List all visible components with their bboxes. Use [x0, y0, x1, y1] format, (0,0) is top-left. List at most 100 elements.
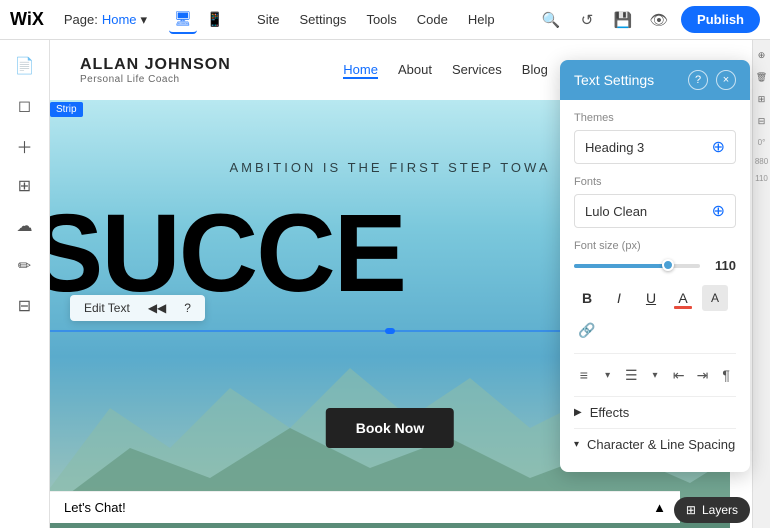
sidebar-icon-add[interactable]: ＋ — [7, 128, 43, 164]
align-left-button[interactable]: ≡ — [574, 362, 594, 388]
italic-button[interactable]: I — [606, 285, 632, 311]
sidebar-icon-layers[interactable]: ⊟ — [7, 288, 43, 324]
rp-arrange-icon[interactable]: ⊞ — [755, 92, 769, 106]
wix-logo: WiX — [10, 9, 44, 30]
sidebar-icon-media[interactable]: ☁ — [7, 208, 43, 244]
site-nav-services[interactable]: Services — [452, 62, 502, 79]
panel-header-icons: ? × — [688, 70, 736, 90]
page-link[interactable]: Home — [102, 12, 137, 27]
indent-right-button[interactable]: ⇥ — [693, 362, 713, 388]
strip-badge: Strip — [50, 102, 83, 117]
fonts-dropdown[interactable]: Lulo Clean ⊕ — [574, 194, 736, 228]
chat-arrow-icon: ▲ — [653, 500, 666, 515]
panel-body: Themes Heading 3 ⊕ Fonts Lulo Clean ⊕ Fo… — [560, 100, 750, 472]
text-settings-panel: Text Settings ? × Themes Heading 3 ⊕ Fon… — [560, 60, 750, 472]
highlight-button[interactable]: A — [702, 285, 728, 311]
char-spacing-arrow-icon: ▾ — [574, 439, 579, 450]
site-nav-blog[interactable]: Blog — [522, 62, 548, 79]
selection-handle[interactable] — [385, 328, 395, 334]
left-sidebar: 📄 ◻ ＋ ⊞ ☁ ✏ ⊟ — [0, 40, 50, 528]
font-size-label: Font size (px) — [574, 240, 736, 252]
font-size-handle[interactable] — [662, 259, 674, 271]
color-underline — [674, 306, 692, 309]
underline-button[interactable]: U — [638, 285, 664, 311]
fonts-chevron-icon: ⊕ — [712, 201, 725, 221]
layers-icon: ⊞ — [686, 503, 696, 517]
rp-add-icon[interactable]: ⊕ — [755, 48, 769, 62]
preview-button[interactable]: 👁 — [645, 6, 673, 34]
panel-help-icon[interactable]: ? — [688, 70, 708, 90]
rp-collapse-icon[interactable]: ⊟ — [755, 114, 769, 128]
undo-button[interactable]: ↺ — [573, 6, 601, 34]
highlight-label: A — [711, 291, 719, 305]
sidebar-icon-pages[interactable]: 📄 — [7, 48, 43, 84]
align-chevron-button[interactable]: ▾ — [598, 362, 618, 388]
themes-value: Heading 3 — [585, 140, 644, 155]
themes-label: Themes — [574, 112, 736, 124]
page-label: Page: — [64, 12, 98, 27]
themes-dropdown[interactable]: Heading 3 ⊕ — [574, 130, 736, 164]
font-size-row: 110 — [574, 258, 736, 273]
arrow-nav-button[interactable]: ◀◀ — [142, 299, 172, 317]
effects-row[interactable]: ▶ Effects — [574, 396, 736, 428]
mobile-device-button[interactable]: 📱 — [201, 6, 229, 34]
link-button[interactable]: 🔗 — [574, 317, 600, 343]
nav-help[interactable]: Help — [460, 8, 503, 31]
save-button[interactable]: 💾 — [609, 6, 637, 34]
page-selector[interactable]: Page: Home ▾ — [58, 10, 153, 30]
format-toolbar: B I U A A 🔗 — [574, 285, 736, 343]
help-button[interactable]: ? — [178, 299, 197, 317]
site-nav: Home About Services Blog — [343, 62, 548, 79]
font-size-slider-fill — [574, 264, 665, 268]
rp-rotation-label: 0° — [758, 136, 766, 149]
site-nav-about[interactable]: About — [398, 62, 432, 79]
font-size-slider-container — [574, 264, 700, 268]
font-size-slider[interactable] — [574, 264, 700, 268]
hero-cta-button[interactable]: Book Now — [326, 408, 454, 448]
panel-title: Text Settings — [574, 72, 654, 88]
site-logo: ALLAN JOHNSON Personal Life Coach — [80, 56, 231, 85]
panel-header: Text Settings ? × — [560, 60, 750, 100]
top-nav: Site Settings Tools Code Help — [249, 8, 503, 31]
effects-arrow-icon: ▶ — [574, 407, 582, 418]
font-color-label: A — [678, 290, 687, 306]
chat-label: Let's Chat! — [64, 500, 126, 515]
search-button[interactable]: 🔍 — [537, 6, 565, 34]
themes-chevron-icon: ⊕ — [712, 137, 725, 157]
edit-text-button[interactable]: Edit Text — [78, 299, 136, 317]
top-right-controls: 🔍 ↺ 💾 👁 Publish — [537, 6, 760, 34]
desktop-device-button[interactable]: 🖥 — [169, 6, 197, 34]
layers-button[interactable]: ⊞ Layers — [674, 497, 750, 523]
site-logo-name: ALLAN JOHNSON — [80, 56, 231, 74]
font-color-button[interactable]: A — [670, 285, 696, 311]
nav-code[interactable]: Code — [409, 8, 456, 31]
nav-settings[interactable]: Settings — [291, 8, 354, 31]
chat-bar[interactable]: Let's Chat! ▲ — [50, 491, 680, 523]
paragraph-button[interactable]: ¶ — [716, 362, 736, 388]
nav-tools[interactable]: Tools — [358, 8, 404, 31]
rp-height-label: 880 — [755, 157, 768, 166]
sidebar-icon-design[interactable]: ✏ — [7, 248, 43, 284]
divider-1 — [574, 353, 736, 354]
effects-label: Effects — [590, 405, 630, 420]
font-size-value: 110 — [708, 258, 736, 273]
fonts-value: Lulo Clean — [585, 204, 647, 219]
layers-label: Layers — [702, 503, 738, 517]
right-mini-panel: ⊕ 🗑 ⊞ ⊟ 0° 880 110 — [752, 40, 770, 528]
sidebar-icon-background[interactable]: ◻ — [7, 88, 43, 124]
site-nav-home[interactable]: Home — [343, 62, 378, 79]
nav-site[interactable]: Site — [249, 8, 287, 31]
rp-delete-icon[interactable]: 🗑 — [755, 70, 769, 84]
bold-button[interactable]: B — [574, 285, 600, 311]
char-spacing-label: Character & Line Spacing — [587, 437, 735, 452]
list-chevron-button[interactable]: ▾ — [645, 362, 665, 388]
publish-button[interactable]: Publish — [681, 6, 760, 33]
list-button[interactable]: ☰ — [621, 362, 641, 388]
panel-close-icon[interactable]: × — [716, 70, 736, 90]
sidebar-icon-apps[interactable]: ⊞ — [7, 168, 43, 204]
char-spacing-row[interactable]: ▾ Character & Line Spacing — [574, 428, 736, 460]
edit-text-toolbar: Edit Text ◀◀ ? — [70, 295, 205, 321]
top-toolbar: WiX Page: Home ▾ 🖥 📱 Site Settings Tools… — [0, 0, 770, 40]
page-chevron-icon: ▾ — [141, 12, 148, 28]
indent-left-button[interactable]: ⇤ — [669, 362, 689, 388]
